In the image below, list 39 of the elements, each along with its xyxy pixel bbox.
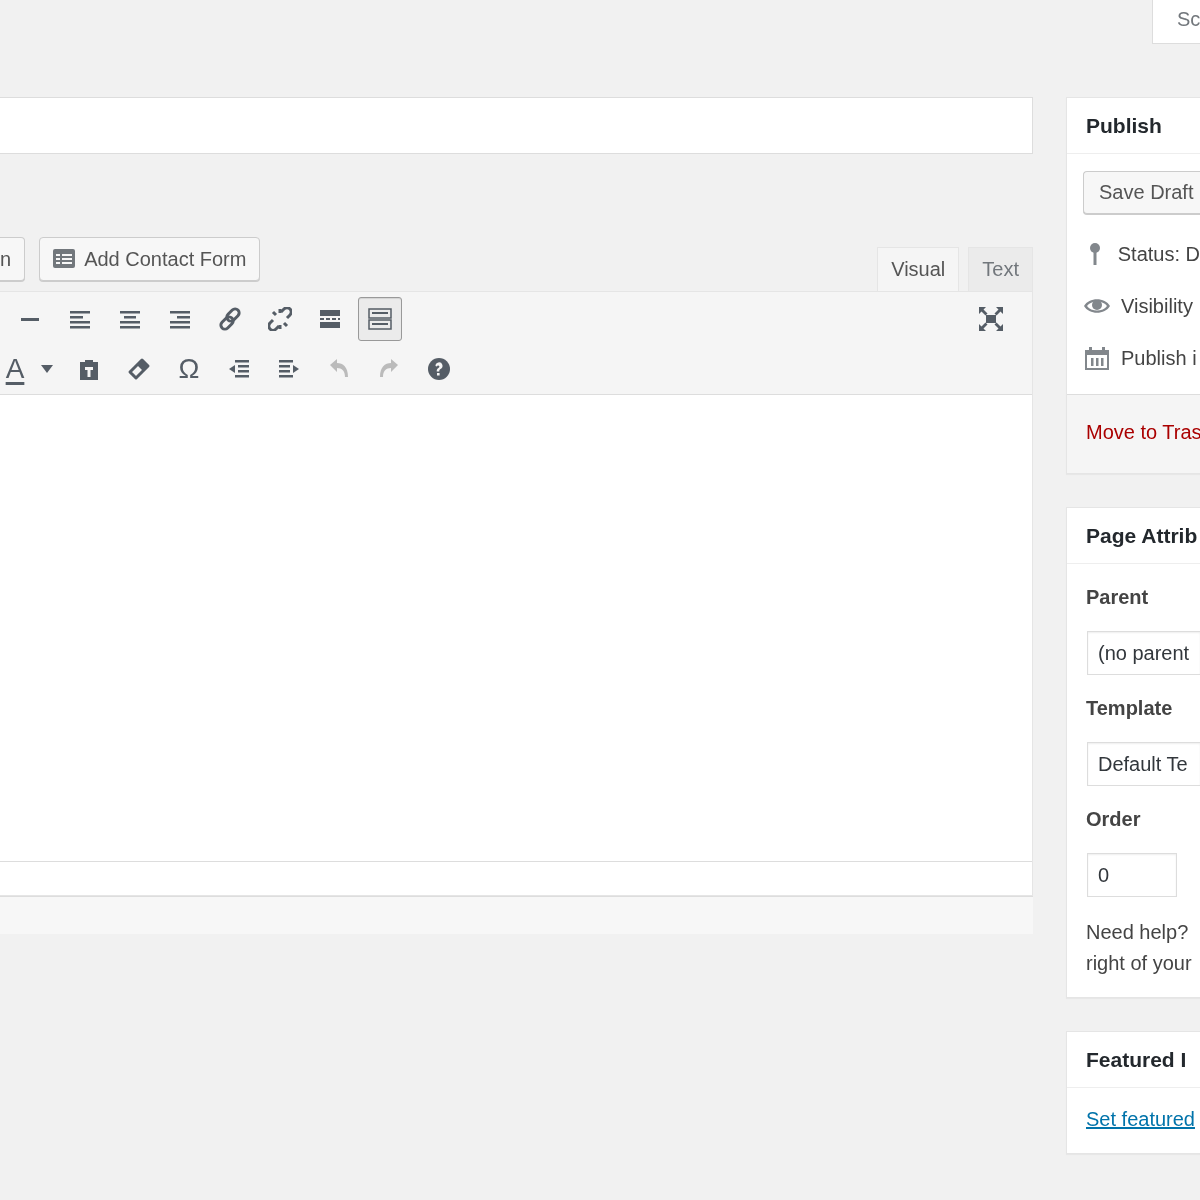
dropdown-caret-icon — [40, 364, 54, 374]
fullscreen-icon — [978, 306, 1004, 332]
outdent-icon — [227, 357, 251, 381]
field-label: Order — [1086, 808, 1142, 831]
special-character-button[interactable]: Ω — [167, 347, 211, 391]
keyboard-icon — [368, 307, 392, 331]
screen-options-tab[interactable]: Sc — [1152, 0, 1200, 44]
calendar-icon — [1084, 346, 1110, 370]
featured-image-link[interactable]: Set featured — [1086, 1108, 1195, 1130]
template-select[interactable]: Default Te — [1087, 742, 1200, 786]
panel-title: Featured I — [1067, 1032, 1200, 1088]
toolbar-toggle-button[interactable] — [358, 297, 402, 341]
editor-tab[interactable]: Text — [968, 247, 1033, 291]
save-draft-button[interactable]: Save Draft — [1083, 171, 1200, 214]
read-more-icon — [318, 307, 342, 331]
help-icon — [427, 357, 451, 381]
panel-title: Page Attrib — [1067, 508, 1200, 564]
title-field[interactable] — [0, 97, 1033, 154]
help-text: Need help? right of your — [1086, 920, 1193, 976]
media-button[interactable]: Add Contact Form — [39, 237, 261, 281]
indent-icon — [277, 357, 301, 381]
panel-title: Publish — [1067, 98, 1200, 154]
editor-tab[interactable]: Visual — [877, 247, 960, 291]
field-label: Parent — [1086, 586, 1150, 609]
link-icon — [218, 307, 242, 331]
eraser-icon — [127, 357, 151, 381]
publish-info-text: Publish i — [1121, 346, 1197, 370]
text-color-button[interactable]: A — [0, 347, 30, 391]
form-icon — [52, 247, 77, 271]
media-button[interactable]: n — [0, 237, 26, 281]
clipboard-icon — [77, 357, 101, 381]
publish-info-text: Status: D — [1117, 242, 1200, 266]
trash-link[interactable]: Move to Tras — [1086, 421, 1200, 443]
order-field[interactable]: 0 — [1087, 853, 1177, 897]
publish-info-text: Visibility — [1121, 294, 1193, 318]
field-label: Template — [1086, 697, 1174, 720]
broken-link-icon — [268, 307, 292, 331]
parent-select[interactable]: (no parent — [1087, 631, 1200, 675]
horizontal-line-icon — [21, 317, 39, 321]
